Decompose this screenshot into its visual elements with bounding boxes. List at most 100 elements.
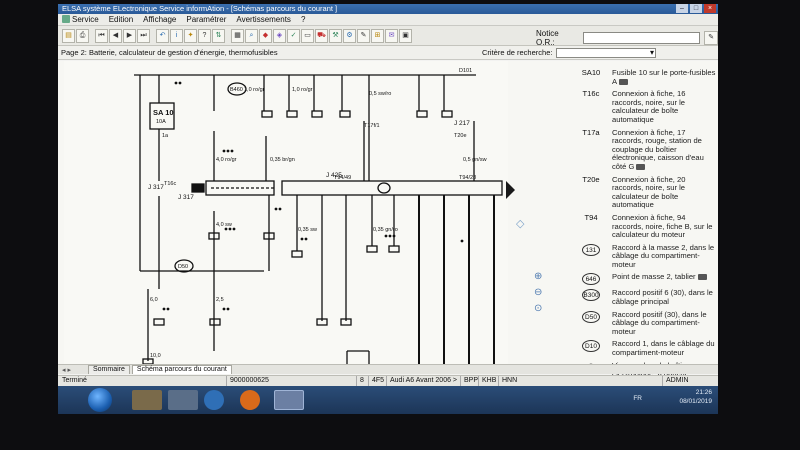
legend-code[interactable]: D50 xyxy=(570,310,612,337)
tab-scroll-icon[interactable]: ◂ ▸ xyxy=(62,366,71,374)
menu-parametrer[interactable]: Paramétrer xyxy=(186,15,226,24)
legend-code[interactable]: 646 xyxy=(570,273,612,286)
next-page-icon[interactable]: ▶ xyxy=(123,28,136,43)
wire-9: 0,35 br/gn xyxy=(270,157,295,163)
window-controls: – □ × xyxy=(676,4,716,14)
legend-description: Raccord positif (30), dans le câblage du… xyxy=(612,309,707,336)
menu-help[interactable]: ? xyxy=(301,15,305,24)
tab-schema[interactable]: Schéma parcours du courant xyxy=(131,365,232,374)
legend-description: Connexion à fiche, 94 raccords, noire, f… xyxy=(612,212,713,240)
legend-description: Raccord positif 6 (30), dans le câblage … xyxy=(612,288,713,307)
zoom-fit-icon[interactable]: ⊙ xyxy=(534,303,542,314)
pan-arrows-icon[interactable]: ◇ xyxy=(516,217,524,230)
print-icon[interactable]: ⎙ xyxy=(76,28,89,43)
legend-item: 646 Point de masse 2, tablier xyxy=(570,273,718,286)
mail-icon[interactable]: ✉ xyxy=(385,28,398,43)
layers-icon[interactable]: ◈ xyxy=(273,28,286,43)
legend-item: T20e Connexion à fiche, 20 raccords, noir… xyxy=(570,174,718,210)
zoom-out-icon[interactable]: ⊖ xyxy=(534,287,542,298)
close-icon[interactable]: × xyxy=(704,4,716,13)
search-criteria-select[interactable] xyxy=(556,46,656,60)
last-page-icon[interactable]: ⏭ xyxy=(137,28,150,43)
firefox-taskbar-icon[interactable] xyxy=(240,390,260,410)
legend-code[interactable]: T94 xyxy=(570,213,612,240)
wire-1: 1,0 ro/gr xyxy=(244,87,265,93)
legend-code[interactable]: T20e xyxy=(570,175,612,210)
zoom-in-icon[interactable]: ⊕ xyxy=(534,271,542,282)
notice-input[interactable] xyxy=(582,32,701,44)
label-t94-28: T94/28 xyxy=(459,175,476,181)
legend-description: Connexion à fiche, 17 raccords, rouge, s… xyxy=(612,127,704,171)
status-model: Audi A6 Avant 2006 > xyxy=(386,376,457,386)
legend-code[interactable]: B300 xyxy=(570,289,612,306)
legend-item: D10 Raccord 1, dans le câblage du compart… xyxy=(570,340,718,357)
wire-11: 0,35 sw xyxy=(298,227,317,233)
label-j317: J 317 xyxy=(148,184,164,191)
edit-icon[interactable]: ✎ xyxy=(357,28,370,43)
camera-icon[interactable] xyxy=(619,78,629,85)
maximize-icon[interactable]: □ xyxy=(690,4,702,13)
legend-description: Connexion à fiche, 16 raccords, noire, s… xyxy=(612,89,686,124)
question-icon[interactable]: ? xyxy=(198,28,211,43)
minimize-icon[interactable]: – xyxy=(676,4,688,13)
prev-page-icon[interactable]: ◀ xyxy=(109,28,122,43)
legend-description: Connexion à fiche, 20 raccords, noire, s… xyxy=(612,174,686,210)
label-b460: B460 xyxy=(230,87,243,93)
window-taskbar-icon[interactable] xyxy=(168,390,198,410)
wire-5: 6,0 xyxy=(150,297,158,303)
legend-code[interactable]: SA10 xyxy=(570,68,612,86)
legend-code[interactable]: D10 xyxy=(570,340,612,357)
attach-icon[interactable]: ⊞ xyxy=(371,28,384,43)
tab-bar: ◂ ▸ Sommaire Schéma parcours du courant xyxy=(58,364,718,374)
wrench-icon[interactable]: ⚒ xyxy=(329,28,342,43)
camera-icon[interactable] xyxy=(636,163,646,170)
status-text: Terminé xyxy=(62,377,87,384)
arrows-icon[interactable]: ⇅ xyxy=(212,28,225,43)
legend-code[interactable]: T17a xyxy=(570,128,612,172)
legend-description: Point de masse 2, tablier xyxy=(612,273,718,285)
window-title: ELSA système ELectronique Service inform… xyxy=(62,4,338,13)
check-icon[interactable]: ✓ xyxy=(287,28,300,43)
legend-description: Fusible 10 sur le porte-fusibles A xyxy=(612,68,716,86)
start-button-icon[interactable] xyxy=(88,388,112,412)
menu-bar: Service Edition Affichage Paramétrer Ave… xyxy=(58,14,718,26)
legend-description: Raccord 1, dans le câblage du compartime… xyxy=(612,339,715,358)
legend-item: D50 Raccord positif (30), dans le câblage… xyxy=(570,309,718,337)
wire-7: 10,0 xyxy=(150,353,161,359)
menu-avertissements[interactable]: Avertissements xyxy=(236,15,291,24)
legend-code[interactable]: T16c xyxy=(570,89,612,124)
clipboard-icon[interactable]: ▣ xyxy=(399,28,412,43)
info-icon[interactable]: i xyxy=(170,28,183,43)
wire-12: 0,35 gn/ro xyxy=(373,227,398,233)
bulb-icon[interactable]: ✦ xyxy=(184,28,197,43)
tools-icon[interactable]: ⚙ xyxy=(343,28,356,43)
menu-service[interactable]: Service xyxy=(62,15,99,24)
menu-edition[interactable]: Edition xyxy=(109,15,133,24)
next-page-arrow-icon[interactable] xyxy=(506,181,515,199)
search-icon[interactable]: ⌕ xyxy=(245,28,258,43)
legend-code[interactable]: 131 xyxy=(570,243,612,270)
camera-icon[interactable] xyxy=(697,274,707,281)
open-folder-icon[interactable]: ▤ xyxy=(62,28,75,43)
back-icon[interactable]: ↶ xyxy=(156,28,169,43)
elsa-taskbar-icon[interactable] xyxy=(274,390,304,410)
label-t17f: T17f/1 xyxy=(364,123,380,129)
status-page-num: 8 xyxy=(356,376,364,386)
toolbar: ▤ ⎙ ⏮ ◀ ▶ ⏭ ↶ i ✦ ? ⇅ ▦ ⌕ ◆ ◈ ✓ ▭ ⛟ ⚒ ⚙ … xyxy=(58,26,718,47)
stop-icon[interactable]: ◆ xyxy=(259,28,272,43)
label-sa-box: SA 10 xyxy=(153,108,174,117)
label-d101: D101 xyxy=(459,68,472,74)
wiring-diagram[interactable]: D101 B460 SA 10 10A 1a J 317 J 317 J 217… xyxy=(64,61,508,364)
menu-affichage[interactable]: Affichage xyxy=(143,15,176,24)
grid-icon[interactable]: ▦ xyxy=(231,28,244,43)
document-icon[interactable]: ▭ xyxy=(301,28,314,43)
language-indicator[interactable]: FR xyxy=(633,394,642,403)
car-icon[interactable]: ⛟ xyxy=(315,28,328,43)
system-tray: FR 21:26 08/01/2019 xyxy=(633,388,712,406)
explorer-taskbar-icon[interactable] xyxy=(132,390,162,410)
tab-sommaire[interactable]: Sommaire xyxy=(88,365,130,374)
first-page-icon[interactable]: ⏮ xyxy=(95,28,108,43)
ie-taskbar-icon[interactable] xyxy=(204,390,224,410)
status-order: 9000000625 xyxy=(226,376,269,386)
notice-edit-icon[interactable]: ✎ xyxy=(704,31,718,45)
